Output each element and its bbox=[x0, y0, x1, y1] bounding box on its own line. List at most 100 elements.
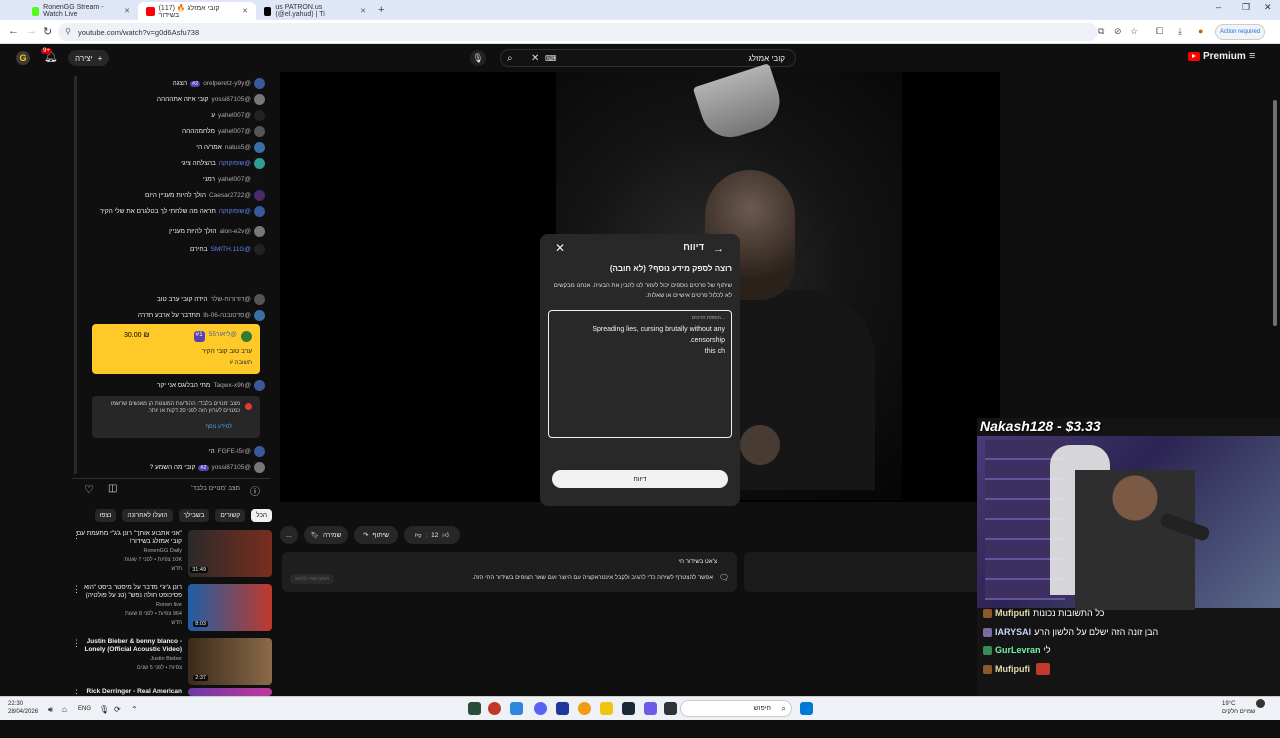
details-textarea[interactable]: הוספת פרטים... Spreading lies, cursing b… bbox=[548, 310, 732, 438]
voice-search-icon[interactable]: 🎙︎ bbox=[470, 50, 486, 66]
close-icon[interactable]: ✕ bbox=[555, 241, 565, 255]
hide-icon[interactable]: ⊘ bbox=[1114, 26, 1122, 37]
tab-ronengg[interactable]: RonenGG Stream - Watch Live ✕ bbox=[24, 2, 138, 20]
close-window-button[interactable]: ✕ bbox=[1264, 2, 1272, 13]
site-info-icon[interactable]: ⚲ bbox=[65, 27, 71, 36]
chat-message[interactable]: @yahel007 ע bbox=[80, 110, 265, 121]
app-icon-terminal[interactable] bbox=[468, 702, 481, 715]
notification-badge[interactable] bbox=[1256, 699, 1265, 708]
super-chat[interactable]: @ליאור55 #1 30.00 ₪ ערב טוב קובי הקיר תש… bbox=[92, 324, 260, 374]
channel-name[interactable]: Ronen live bbox=[156, 602, 182, 608]
back-icon[interactable]: ← bbox=[8, 25, 19, 37]
chat-message[interactable]: @שופוקוקה בהצלחה ציגי bbox=[80, 158, 265, 169]
forward-icon[interactable]: → bbox=[26, 25, 37, 37]
more-actions-button[interactable]: ... bbox=[280, 526, 298, 544]
taskbar-search[interactable]: חיפוש ⌕ bbox=[680, 700, 792, 717]
close-tab-icon[interactable]: ✕ bbox=[124, 7, 130, 15]
chat-message[interactable]: @Caesar2722 הולך להיות מעניין היום bbox=[80, 190, 265, 201]
discord-icon[interactable] bbox=[534, 702, 547, 715]
chat-scrollbar[interactable] bbox=[74, 76, 77, 474]
speaker-icon[interactable]: 🔊︎ bbox=[48, 705, 53, 715]
info-icon[interactable]: ⓘ bbox=[250, 483, 260, 498]
report-submit-button[interactable]: דיווח bbox=[552, 470, 728, 488]
maximize-button[interactable]: ❐ bbox=[1242, 2, 1250, 13]
superchat-reply[interactable]: תשובה # bbox=[230, 360, 252, 366]
star-icon[interactable]: ☆ bbox=[1130, 26, 1138, 37]
share-button[interactable]: ↷ שיתוף bbox=[354, 526, 398, 544]
more-options-icon[interactable]: ⋮ bbox=[72, 584, 81, 595]
chat-message[interactable]: @yossi87105 קובי איזה אתהההה bbox=[80, 94, 265, 105]
channel-name[interactable]: RonenGG Daily bbox=[143, 548, 182, 554]
chat-message[interactable]: @natus5 אמר/ה הי bbox=[80, 142, 265, 153]
minimize-button[interactable]: – bbox=[1216, 2, 1221, 12]
recommended-video[interactable]: 8:03 רונן ג'יג'י מדבר על מיסטר ביסט "הוא … bbox=[70, 584, 272, 634]
video-title[interactable]: Rick Derringer - Real American bbox=[74, 688, 183, 696]
save-button[interactable]: 🔖︎ שמירה bbox=[304, 526, 348, 544]
sync-icon[interactable]: ⟳ bbox=[114, 705, 121, 714]
chrome-icon[interactable] bbox=[578, 702, 591, 715]
recommended-video[interactable]: 2:37 Justin Bieber & benny blanco - Lonel… bbox=[70, 638, 272, 688]
tab-tiktok[interactable]: us PATRON.us (@el.yahud) | Ti ✕ bbox=[256, 2, 374, 20]
video-title[interactable]: "אני אתבוע אותך" רונן ג'ג"י מתעמת עם קוב… bbox=[74, 530, 182, 546]
install-icon[interactable]: ⧉ bbox=[1098, 26, 1104, 37]
folder-icon[interactable] bbox=[600, 702, 613, 715]
keyboard-icon[interactable]: ⌨ bbox=[545, 54, 557, 63]
filter-chip[interactable]: קשורים bbox=[215, 509, 246, 522]
video-title[interactable]: רונן ג'יג'י מדבר על מיסטר ביסט "הוא פסיכ… bbox=[74, 584, 182, 600]
windows-start-icon[interactable] bbox=[800, 702, 813, 715]
chat-message[interactable]: @שופוקוקה תראה מה שלחתי לך בטלגרם את שלי … bbox=[80, 206, 265, 217]
search-icon[interactable]: ⌕ bbox=[507, 53, 513, 64]
create-button[interactable]: יצירה + bbox=[68, 50, 110, 66]
app-icon-editor[interactable] bbox=[644, 702, 657, 715]
like-icon[interactable]: 👍︎ bbox=[442, 531, 449, 539]
close-tab-icon[interactable]: ✕ bbox=[360, 7, 366, 15]
search-input[interactable]: ⌕ ✕ ⌨ קובי אמזלג bbox=[500, 49, 796, 67]
filter-chip[interactable]: בשבילך bbox=[178, 509, 210, 522]
app-icon-media[interactable] bbox=[488, 702, 501, 715]
clear-search-icon[interactable]: ✕ bbox=[531, 53, 539, 64]
avatar[interactable]: G bbox=[16, 51, 30, 65]
app-icon-game[interactable] bbox=[556, 702, 569, 715]
chat-message[interactable]: @yossi87105 #2 קובי מה השמע ? bbox=[80, 462, 265, 473]
video-thumbnail[interactable] bbox=[188, 688, 272, 696]
chat-message[interactable]: @alon-e2v הולך להיות מעניין bbox=[80, 226, 265, 237]
join-chat-button[interactable]: הצטרפות לצ'אט bbox=[290, 574, 334, 584]
page-scrollbar[interactable] bbox=[1273, 100, 1277, 326]
profile-icon[interactable]: ● bbox=[1198, 26, 1203, 36]
chat-message[interactable]: @orelperetz-y9y #2 הצגה bbox=[80, 78, 265, 89]
chat-message[interactable]: @דודורוח-שלר הידה קובי ערב טוב bbox=[80, 294, 265, 305]
emoji-panel-icon[interactable]: ◫ bbox=[108, 483, 117, 494]
app-icon-store[interactable] bbox=[510, 702, 523, 715]
app-icon-widget[interactable] bbox=[664, 702, 677, 715]
heart-icon[interactable]: ♡ bbox=[84, 483, 94, 496]
chevron-up-icon[interactable]: ⌃ bbox=[131, 705, 138, 714]
url-field[interactable]: ⚲ youtube.com/watch?v=g0d6Asfu738 bbox=[58, 23, 1098, 41]
chat-message[interactable]: @סדטובנה-06-lb תתדבר על ארבע חדרה bbox=[80, 310, 265, 321]
reload-icon[interactable]: ↻ bbox=[43, 25, 52, 38]
more-options-icon[interactable]: ⋮ bbox=[72, 530, 81, 541]
chat-message[interactable]: @yahel007 רמני bbox=[80, 174, 265, 185]
back-arrow-icon[interactable]: → bbox=[713, 243, 724, 255]
chat-message[interactable]: @SMITH.11G בחירם bbox=[80, 244, 265, 255]
close-tab-icon[interactable]: ✕ bbox=[242, 7, 248, 15]
chat-input[interactable]: מצב 'מנויים בלבד' bbox=[191, 485, 240, 492]
download-icon[interactable]: ⤓ bbox=[1178, 26, 1182, 37]
chat-message[interactable]: @Taqwx-x9h מתי הבלוגס אני יקר bbox=[80, 380, 265, 391]
tab-youtube[interactable]: (117) קובי אמזלג 🔥 בשידור ✕ bbox=[138, 2, 256, 20]
action-required-button[interactable]: Action required bbox=[1215, 24, 1265, 40]
steam-icon[interactable] bbox=[622, 702, 635, 715]
recommended-video[interactable]: 31:49 "אני אתבוע אותך" רונן ג'ג"י מתעמת ע… bbox=[70, 530, 272, 580]
more-options-icon[interactable]: ⋮ bbox=[72, 638, 81, 649]
new-tab-button[interactable]: + bbox=[378, 4, 384, 16]
channel-name[interactable]: Justin Bieber bbox=[150, 656, 182, 662]
video-title[interactable]: Justin Bieber & benny blanco - Lonely (O… bbox=[74, 638, 182, 654]
guide-menu-icon[interactable]: ≡ bbox=[1249, 50, 1255, 62]
filter-chip[interactable]: נצפו bbox=[94, 509, 117, 522]
chat-message[interactable]: @FGFE-l5r הי bbox=[80, 446, 265, 457]
extensions-icon[interactable]: ⧠ bbox=[1156, 26, 1163, 37]
youtube-logo[interactable]: Premium bbox=[1188, 51, 1246, 62]
dislike-icon[interactable]: 👎︎ bbox=[415, 531, 422, 539]
filter-chip[interactable]: הכל bbox=[251, 509, 272, 522]
filter-chip[interactable]: הועלו לאחרונה bbox=[122, 509, 173, 522]
language-indicator[interactable]: ENG bbox=[78, 706, 91, 712]
